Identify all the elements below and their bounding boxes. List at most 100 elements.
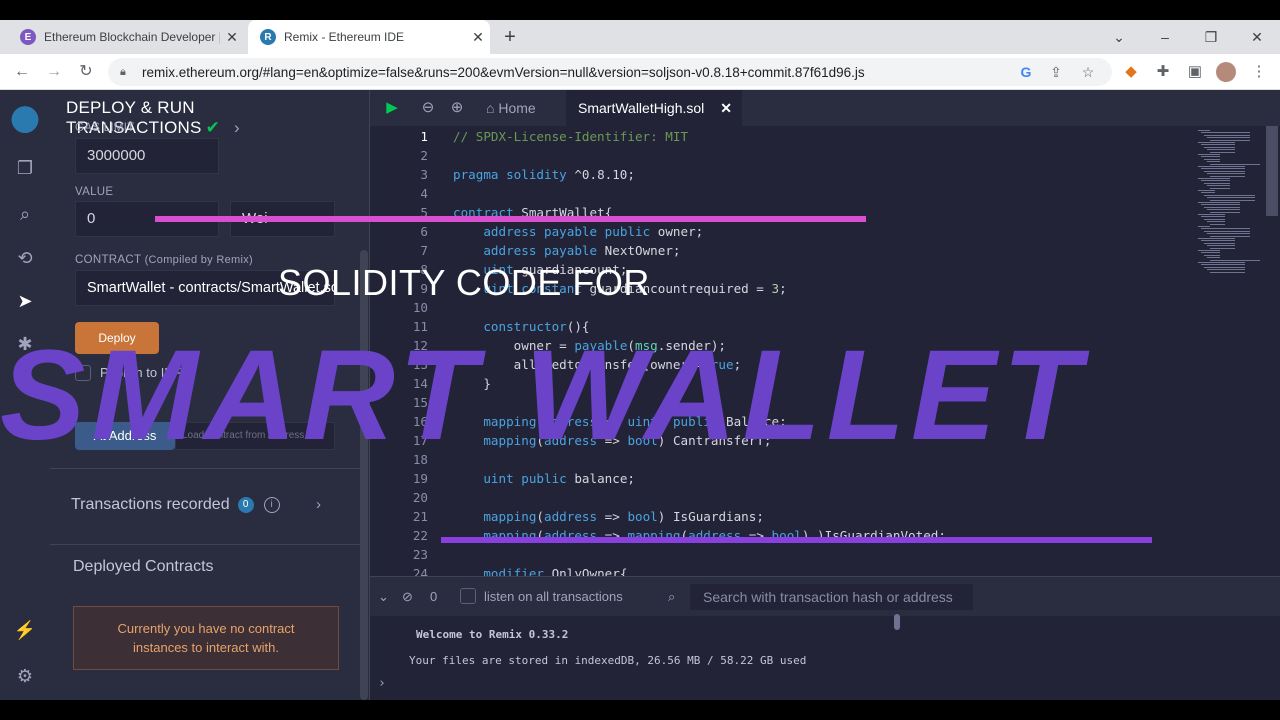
close-file-icon[interactable]: ✕ — [720, 90, 732, 126]
code-line[interactable]: 21 mapping(address => bool) IsGuardians; — [370, 507, 1200, 526]
bookmark-star-icon[interactable]: ☆ — [1078, 62, 1098, 82]
minimap-line — [1198, 142, 1235, 143]
close-window-icon[interactable]: ✕ — [1234, 20, 1280, 54]
tab-smartwallethigh-sol[interactable]: SmartWalletHigh.sol ✕ — [566, 90, 742, 126]
minimap-line — [1198, 154, 1220, 155]
restore-window-icon[interactable]: ❐ — [1188, 20, 1234, 54]
minimap-line — [1201, 240, 1235, 242]
pending-tx-count: 0 — [430, 589, 438, 604]
minimap-line — [1210, 151, 1235, 153]
chevron-right-icon[interactable]: › — [234, 118, 240, 137]
chevron-right-icon[interactable]: › — [316, 496, 321, 513]
metamask-icon[interactable]: ◆ — [1120, 62, 1142, 82]
minimap-line — [1207, 185, 1230, 187]
line-number: 21 — [412, 509, 428, 524]
minimize-window-icon[interactable]: – — [1142, 20, 1188, 54]
bottom-black-bar — [0, 700, 1280, 720]
code-line[interactable]: 4 — [370, 184, 1200, 203]
kebab-menu-icon[interactable]: ⋮ — [1248, 62, 1270, 82]
remix-logo-icon[interactable] — [5, 98, 45, 134]
zoom-out-icon[interactable]: ⊖ — [418, 98, 438, 118]
terminal-prompt[interactable]: › — [378, 676, 386, 691]
minimap-line — [1201, 228, 1250, 230]
editor-minimap[interactable] — [1196, 126, 1262, 286]
panel-scrollbar[interactable] — [360, 250, 368, 700]
transactions-recorded[interactable]: Transactions recorded 0 i — [71, 496, 280, 514]
tab-search-chevron-icon[interactable]: ⌄ — [1096, 20, 1142, 54]
collapse-terminal-icon[interactable]: ⌄ — [378, 589, 389, 605]
overlay-purple-line — [441, 537, 1152, 543]
back-arrow-icon[interactable]: ← — [10, 60, 34, 84]
minimap-line — [1204, 266, 1245, 268]
alert-line: instances to interact with. — [133, 640, 279, 655]
browser-tab-strip: E Ethereum Blockchain Developer | ✕ R Re… — [0, 20, 1280, 54]
terminal-output: Welcome to Remix 0.33.2 Your files are s… — [370, 616, 1280, 700]
forward-arrow-icon[interactable]: → — [42, 60, 66, 84]
check-icon: ✔ — [205, 118, 221, 137]
minimap-line — [1201, 132, 1250, 134]
minimap-line — [1204, 230, 1250, 232]
minimap-line — [1210, 175, 1245, 177]
minimap-line — [1210, 139, 1250, 141]
clear-console-icon[interactable]: ⊘ — [402, 589, 413, 605]
puzzle-icon[interactable]: ✚ — [1152, 62, 1174, 82]
close-tab-icon[interactable]: ✕ — [220, 29, 244, 46]
lock-icon: 🔒︎ — [120, 65, 126, 78]
minimap-line — [1198, 190, 1215, 191]
new-tab-button[interactable]: + — [498, 24, 522, 50]
code-text: // SPDX-License-Identifier: MIT — [453, 129, 689, 144]
minimap-line — [1210, 199, 1255, 201]
minimap-line — [1201, 252, 1220, 254]
solidity-compiler-icon[interactable]: ⟲ — [13, 246, 37, 270]
code-line[interactable]: 24 modifier OnlyOwner{ — [370, 564, 1200, 576]
sidebar-icon[interactable]: ▣ — [1184, 62, 1206, 82]
code-line[interactable]: 6 address payable public owner; — [370, 222, 1200, 241]
minimap-line — [1204, 146, 1235, 148]
terminal-scrollbar[interactable] — [894, 614, 900, 630]
address-bar[interactable]: 🔒︎ remix.ethereum.org/#lang=en&optimize=… — [108, 58, 1112, 86]
code-line[interactable]: 7 address payable NextOwner; — [370, 241, 1200, 260]
line-number: 4 — [420, 186, 428, 201]
transactions-count-badge: 0 — [237, 497, 254, 513]
zoom-in-icon[interactable]: ⊕ — [447, 98, 467, 118]
plugin-manager-icon[interactable]: ⚡ — [13, 618, 37, 642]
gas-limit-input[interactable]: 3000000 — [75, 138, 219, 174]
code-line[interactable]: 20 — [370, 488, 1200, 507]
minimap-line — [1201, 264, 1245, 266]
code-text: pragma solidity ^0.8.10; — [453, 167, 635, 182]
minimap-line — [1198, 262, 1245, 263]
tab-favicon: E — [20, 29, 36, 45]
top-black-bar — [0, 0, 1280, 20]
settings-gear-icon[interactable]: ⚙ — [13, 664, 37, 688]
info-icon[interactable]: i — [263, 497, 280, 513]
google-lens-icon[interactable]: G — [1016, 62, 1036, 82]
tab-remix-ide[interactable]: R Remix - Ethereum IDE ✕ — [248, 20, 490, 54]
tab-home[interactable]: ⌂ Home — [486, 90, 536, 126]
minimap-line — [1207, 269, 1245, 271]
minimap-line — [1207, 161, 1220, 163]
code-line[interactable]: 19 uint public balance; — [370, 469, 1200, 488]
line-number: 20 — [412, 490, 428, 505]
code-line[interactable]: 23 — [370, 545, 1200, 564]
tab-ethereum-blockchain-developer[interactable]: E Ethereum Blockchain Developer | ✕ — [8, 20, 244, 54]
code-text: address payable public owner; — [483, 224, 704, 239]
code-line[interactable]: 1 // SPDX-License-Identifier: MIT — [370, 127, 1200, 146]
profile-avatar[interactable] — [1216, 62, 1236, 82]
close-tab-icon[interactable]: ✕ — [466, 29, 490, 46]
code-line[interactable]: 2 — [370, 146, 1200, 165]
minimap-line — [1204, 254, 1220, 256]
listen-all-checkbox[interactable] — [460, 588, 476, 604]
run-play-icon[interactable]: ▶ — [382, 98, 402, 118]
share-icon[interactable]: ⇪ — [1046, 62, 1066, 82]
file-explorer-icon[interactable]: ❐ — [13, 156, 37, 180]
line-number: 2 — [420, 148, 428, 163]
listen-all-label: listen on all transactions — [484, 589, 623, 604]
deploy-run-icon[interactable]: ➤ — [13, 289, 37, 313]
editor-scrollbar[interactable] — [1266, 126, 1278, 216]
reload-icon[interactable]: ↻ — [74, 60, 98, 84]
search-icon[interactable]: ⌕ — [13, 202, 37, 226]
code-line[interactable]: 3 pragma solidity ^0.8.10; — [370, 165, 1200, 184]
transaction-search-input[interactable]: Search with transaction hash or address — [690, 584, 973, 610]
minimap-line — [1210, 187, 1230, 189]
contract-label-sub: (Compiled by Remix) — [144, 254, 253, 266]
